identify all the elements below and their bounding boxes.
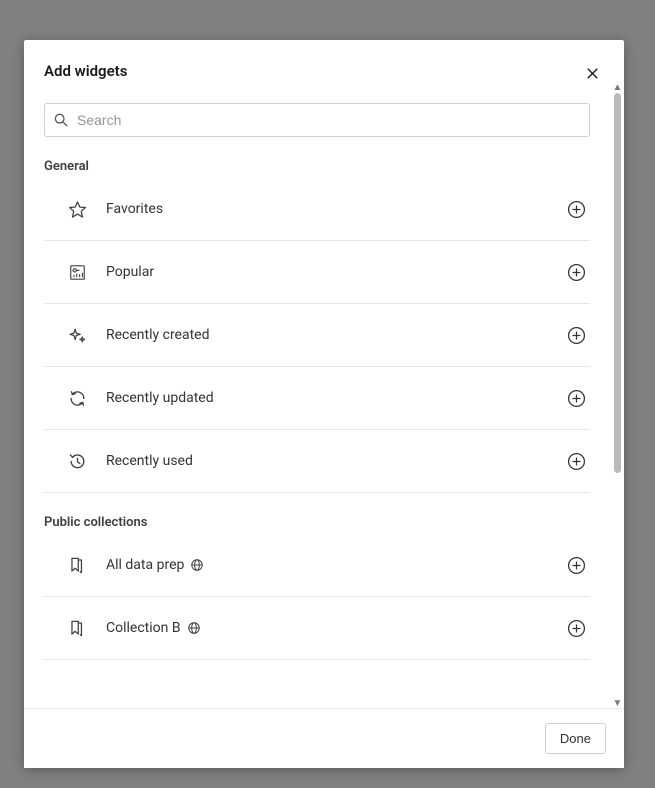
search-box[interactable] (44, 103, 590, 137)
add-button[interactable] (563, 196, 590, 223)
widget-label-text: Collection B (106, 620, 181, 636)
history-icon (66, 450, 88, 472)
widget-label: All data prep (106, 557, 563, 573)
modal-header: Add widgets (24, 40, 624, 85)
popular-icon (66, 261, 88, 283)
add-widgets-modal: Add widgets ▲ ▼ General Favorites (24, 40, 624, 768)
search-icon (53, 112, 69, 128)
globe-icon (187, 621, 201, 635)
refresh-icon (66, 387, 88, 409)
star-icon (66, 198, 88, 220)
widget-label: Recently used (106, 453, 563, 469)
scroll-arrow-down-icon: ▼ (612, 699, 623, 708)
widget-row-recently-used: Recently used (44, 430, 590, 493)
scrollbar[interactable] (614, 93, 621, 700)
widget-label: Popular (106, 264, 563, 280)
widget-label: Recently created (106, 327, 563, 343)
plus-circle-icon (567, 556, 586, 575)
add-button[interactable] (563, 385, 590, 412)
general-list: Favorites Popular (44, 178, 590, 493)
add-button[interactable] (563, 259, 590, 286)
sparkle-icon (66, 324, 88, 346)
close-icon (585, 66, 600, 81)
modal-body: General Favorites Popular (24, 85, 610, 708)
widget-row-recently-created: Recently created (44, 304, 590, 367)
widget-row-favorites: Favorites (44, 178, 590, 241)
public-collections-list: All data prep Collection B (44, 534, 590, 660)
widget-row-popular: Popular (44, 241, 590, 304)
modal-title: Add widgets (44, 62, 127, 80)
widget-label: Recently updated (106, 390, 563, 406)
widget-row-all-data-prep: All data prep (44, 534, 590, 597)
scrollbar-thumb[interactable] (614, 93, 621, 473)
widget-row-collection-b: Collection B (44, 597, 590, 660)
add-button[interactable] (563, 322, 590, 349)
bookmark-collection-icon (66, 617, 88, 639)
bookmark-collection-icon (66, 554, 88, 576)
done-button[interactable]: Done (545, 723, 606, 754)
globe-icon (190, 558, 204, 572)
plus-circle-icon (567, 326, 586, 345)
widget-row-recently-updated: Recently updated (44, 367, 590, 430)
section-title-public-collections: Public collections (44, 515, 590, 530)
add-button[interactable] (563, 448, 590, 475)
add-button[interactable] (563, 615, 590, 642)
add-button[interactable] (563, 552, 590, 579)
modal-scroll-area: ▲ ▼ General Favorites (24, 85, 624, 708)
search-input[interactable] (69, 112, 581, 128)
widget-label: Collection B (106, 620, 563, 636)
widget-label-text: All data prep (106, 557, 184, 573)
plus-circle-icon (567, 619, 586, 638)
section-title-general: General (44, 159, 590, 174)
close-button[interactable] (581, 62, 604, 85)
plus-circle-icon (567, 200, 586, 219)
plus-circle-icon (567, 389, 586, 408)
widget-label: Favorites (106, 201, 563, 217)
plus-circle-icon (567, 452, 586, 471)
plus-circle-icon (567, 263, 586, 282)
modal-footer: Done (24, 708, 624, 768)
